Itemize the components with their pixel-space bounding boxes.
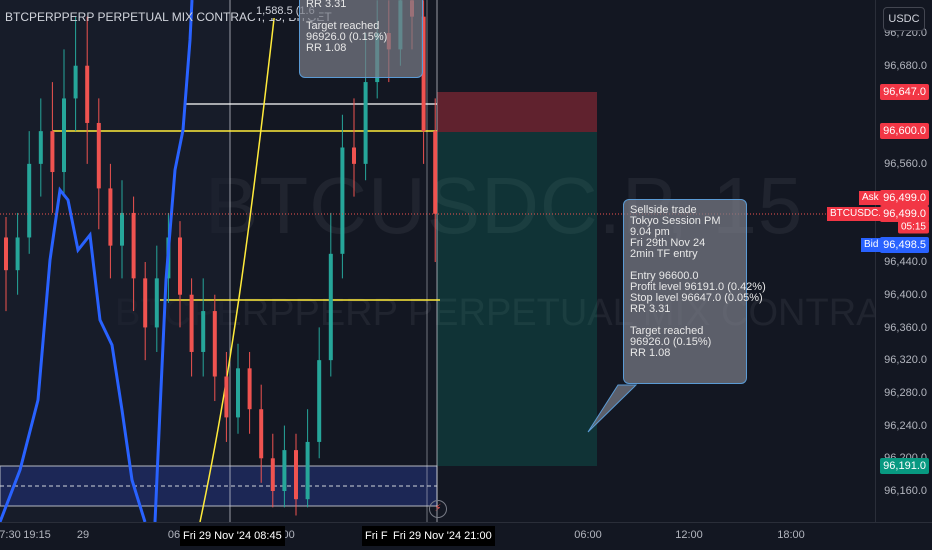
time-tick: 06:00 (574, 529, 602, 541)
candle-body (154, 278, 159, 328)
trade-callout-main[interactable]: Sellside trade Tokyo Session PM 9.04 pm … (623, 199, 766, 384)
candle-body (50, 131, 55, 173)
candle-body (282, 450, 287, 491)
price-tick: 96,440.0 (884, 256, 927, 268)
time-tick: 12:00 (675, 529, 703, 541)
time-highlight-left: Fri 29 Nov '24 08:45 (180, 526, 285, 546)
stop-loss-zone (437, 92, 597, 132)
stop-price-label: 96,647.0 (880, 84, 929, 100)
candle-body (247, 368, 252, 410)
ask-tag: Ask (859, 191, 882, 205)
price-tick: 96,160.0 (884, 485, 927, 497)
candle-body (143, 278, 148, 328)
price-tick: 96,400.0 (884, 289, 927, 301)
time-tick: 7:30 (0, 529, 21, 541)
time-tick: 29 (76, 529, 90, 541)
candle-body (224, 376, 229, 418)
candle-body (38, 131, 43, 164)
time-tick: 18:00 (777, 529, 805, 541)
price-tick: 96,280.0 (884, 387, 927, 399)
price-tick: 96,320.0 (884, 354, 927, 366)
candle-body (294, 450, 298, 500)
trade-callout-top[interactable]: Stop level 96719.0 (0.07%) RR 3.31 Targe… (299, 0, 423, 78)
price-tick: 96,560.0 (884, 158, 927, 170)
candle-body (27, 163, 32, 238)
candle-body (212, 311, 217, 377)
price-tick: 96,680.0 (884, 60, 927, 72)
candle-body (189, 294, 194, 352)
candle-body (201, 311, 206, 352)
candle-body (305, 441, 310, 500)
tradingview-chart-window: BTCUSDC.P, 15 BTCPERPPERP PERPETUAL MIX … (0, 0, 932, 550)
bid-tag: Bid (861, 238, 882, 252)
price-axis[interactable]: 96,720.0 96,680.0 96,560.0 96,440.0 96,4… (875, 0, 932, 522)
price-tick: 96,360.0 (884, 322, 927, 334)
candle-body (352, 147, 356, 164)
time-axis[interactable]: 7:30 19:15 29 06 2:00 00 06:00 12:00 18:… (0, 522, 932, 550)
candle-body (259, 409, 264, 459)
chart-plot-area[interactable]: BTCUSDC.P, 15 BTCPERPPERP PERPETUAL MIX … (0, 0, 875, 522)
candle-body (73, 65, 78, 99)
candle-body (108, 188, 113, 246)
time-partial-label: Fri F (362, 526, 391, 546)
candle-body (340, 147, 345, 254)
ask-price-label: 96,499.0 (880, 190, 929, 206)
candle-body (433, 131, 438, 214)
candle-body (236, 368, 240, 418)
price-tick: 96,240.0 (884, 420, 927, 432)
candle-body (131, 212, 136, 279)
candle-body (328, 253, 333, 361)
candle-body (4, 237, 8, 271)
bar-countdown-label: 05:15 (897, 220, 929, 234)
candle-body (317, 360, 322, 442)
time-tick: 06 (167, 529, 181, 541)
time-tick: 19:15 (23, 529, 51, 541)
candle-body (96, 122, 101, 189)
session-box-tokyo (0, 0, 230, 522)
candle-body (85, 65, 90, 123)
time-highlight-right: Fri 29 Nov '24 21:00 (390, 526, 495, 546)
bid-price-label: 96,498.5 (880, 237, 929, 253)
take-profit-zone (437, 132, 597, 466)
candle-body (270, 458, 275, 491)
candle-body (120, 212, 124, 246)
candle-body (178, 237, 182, 295)
candle-body (363, 82, 368, 164)
entry-price-label: 96,600.0 (880, 123, 929, 139)
currency-selector-button[interactable]: USDC (883, 7, 925, 31)
candle-body (62, 98, 66, 173)
target-price-label: 96,191.0 (880, 458, 929, 474)
candle-body (15, 237, 20, 271)
alert-lightning-icon[interactable]: ⚡ (429, 500, 447, 518)
